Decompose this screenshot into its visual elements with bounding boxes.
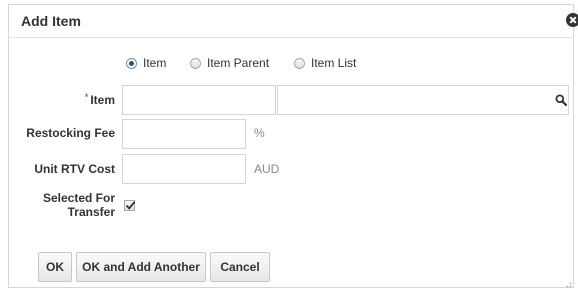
- ok-button[interactable]: OK: [38, 252, 72, 282]
- item-field-label: * Item: [20, 92, 115, 107]
- radio-label-item-parent: Item Parent: [207, 56, 270, 70]
- restocking-fee-input[interactable]: [122, 119, 246, 149]
- unit-rtv-cost-label: Unit RTV Cost: [34, 162, 115, 176]
- restocking-fee-label: Restocking Fee: [26, 126, 115, 140]
- radio-option-item[interactable]: Item: [126, 56, 166, 70]
- close-icon[interactable]: [566, 13, 578, 27]
- selected-for-transfer-label: Selected For Transfer: [10, 191, 115, 219]
- dialog-title: Add Item: [21, 13, 81, 29]
- selected-for-transfer-checkbox[interactable]: [124, 200, 136, 211]
- selected-for-transfer-label-line2: Transfer: [67, 205, 115, 219]
- radio-label-item: Item: [143, 56, 167, 70]
- radio-button-item-list[interactable]: [294, 58, 305, 69]
- item-id-input[interactable]: [122, 85, 276, 115]
- resize-grip-icon[interactable]: [566, 282, 572, 288]
- radio-option-item-list[interactable]: Item List: [294, 56, 356, 70]
- checkmark-icon: [125, 201, 136, 210]
- restocking-fee-unit: %: [254, 126, 265, 140]
- ok-and-add-another-button[interactable]: OK and Add Another: [76, 252, 206, 282]
- dialog-titlebar: Add Item: [9, 5, 573, 38]
- add-item-dialog: Add Item: [8, 4, 574, 288]
- radio-option-item-parent[interactable]: Item Parent: [190, 56, 269, 70]
- unit-rtv-cost-input[interactable]: [122, 154, 246, 184]
- radio-button-item[interactable]: [126, 58, 137, 69]
- required-indicator: *: [84, 92, 89, 102]
- item-description-input[interactable]: [277, 85, 569, 115]
- selected-for-transfer-label-line1: Selected For: [42, 191, 115, 205]
- item-label-text: Item: [90, 93, 115, 107]
- radio-button-item-parent[interactable]: [190, 58, 201, 69]
- cancel-button[interactable]: Cancel: [210, 252, 270, 282]
- search-icon[interactable]: [555, 94, 567, 106]
- radio-label-item-list: Item List: [311, 56, 357, 70]
- unit-rtv-cost-currency: AUD: [254, 162, 280, 176]
